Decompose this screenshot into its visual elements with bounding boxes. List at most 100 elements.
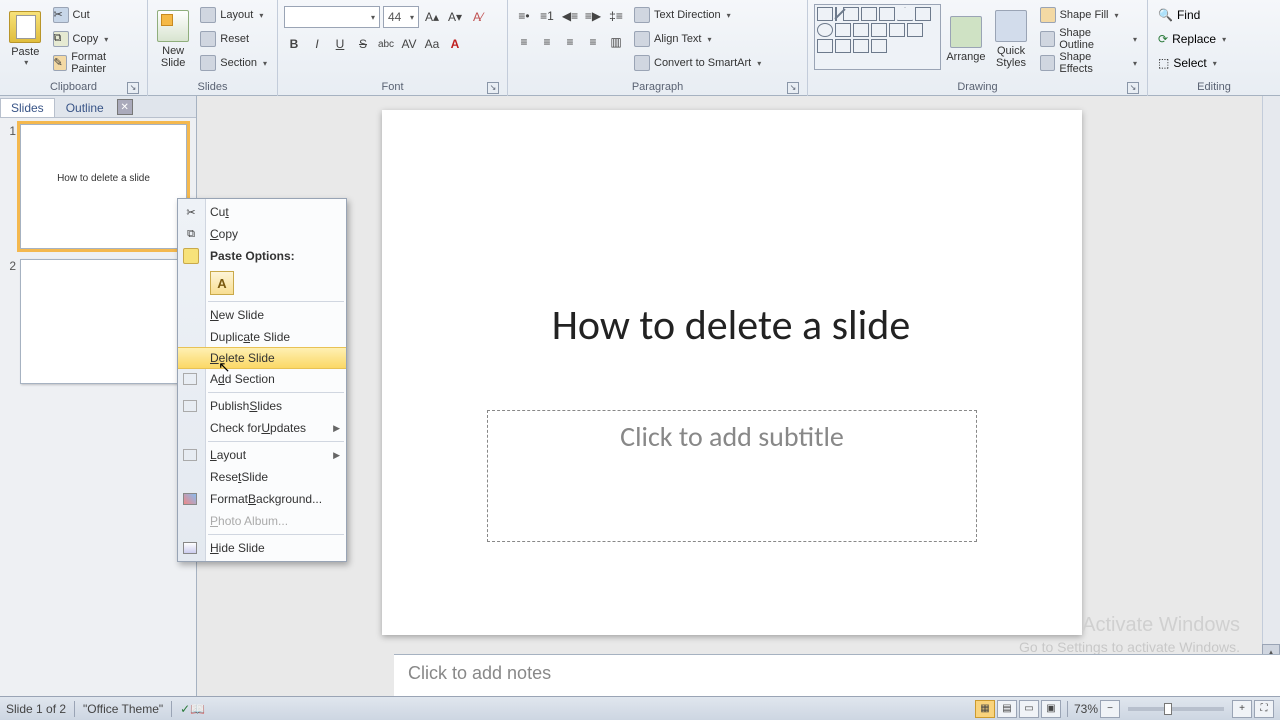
tab-outline[interactable]: Outline <box>55 98 115 117</box>
zoom-level[interactable]: 73% <box>1074 702 1098 716</box>
status-slide-info: Slide 1 of 2 <box>6 702 66 716</box>
shape-outline-label: Shape Outline <box>1059 27 1127 51</box>
fit-to-window-button[interactable]: ⛶ <box>1254 700 1274 718</box>
find-button[interactable]: 🔍Find <box>1154 4 1204 26</box>
zoom-slider-thumb[interactable] <box>1164 703 1172 715</box>
slide-thumbnail-1[interactable]: 1 How to delete a slide <box>6 124 190 249</box>
decrease-indent-button[interactable]: ◀≡ <box>560 6 580 26</box>
text-direction-button[interactable]: Text Direction▾ <box>630 4 765 26</box>
italic-button[interactable]: I <box>307 34 327 54</box>
align-left-button[interactable]: ≡ <box>514 32 534 52</box>
cut-button[interactable]: ✂Cut <box>49 4 141 26</box>
paste-button[interactable]: Paste ▾ <box>6 4 45 74</box>
change-case-button[interactable]: Aa <box>422 34 442 54</box>
layout-button[interactable]: Layout▾ <box>196 4 271 26</box>
pane-tabs: Slides Outline ✕ <box>0 96 196 118</box>
paste-options-label: Paste Options: <box>210 249 295 263</box>
slide-thumbnail-2[interactable]: 2 <box>6 259 190 384</box>
bullets-button[interactable]: ≡• <box>514 6 534 26</box>
vertical-scrollbar[interactable] <box>1262 96 1280 696</box>
ctx-delete-slide[interactable]: Delete Slide <box>178 347 346 369</box>
increase-indent-button[interactable]: ≡▶ <box>583 6 603 26</box>
font-size-combo[interactable]: 44▾ <box>383 6 419 28</box>
tab-slides[interactable]: Slides <box>0 98 55 117</box>
section-label: Section <box>220 57 257 69</box>
thumb-number: 2 <box>6 259 20 384</box>
quick-styles-button[interactable]: Quick Styles <box>990 4 1031 74</box>
spellcheck-icon[interactable]: ✓📖 <box>180 702 205 716</box>
ctx-copy[interactable]: ⧉Copy <box>178 223 346 245</box>
font-color-button[interactable]: A <box>445 34 465 54</box>
ctx-add-section[interactable]: Add Section <box>178 368 346 390</box>
increase-font-button[interactable]: A▴ <box>422 7 442 27</box>
ctx-publish-slides[interactable]: Publish Slides <box>178 395 346 417</box>
reset-button[interactable]: Reset <box>196 28 271 50</box>
ctx-check-updates[interactable]: Check for Updates▶ <box>178 417 346 439</box>
dialog-launcher-icon[interactable]: ↘ <box>1127 82 1139 94</box>
select-button[interactable]: ⬚Select▾ <box>1154 52 1221 74</box>
new-slide-button[interactable]: New Slide <box>154 4 192 74</box>
font-family-combo[interactable]: ▾ <box>284 6 380 28</box>
dialog-launcher-icon[interactable]: ↘ <box>487 82 499 94</box>
dialog-launcher-icon[interactable]: ↘ <box>127 82 139 94</box>
align-right-button[interactable]: ≡ <box>560 32 580 52</box>
justify-button[interactable]: ≡ <box>583 32 603 52</box>
section-icon <box>183 373 197 385</box>
thumb-preview <box>20 259 187 384</box>
paste-label: Paste <box>11 46 39 58</box>
subtitle-placeholder[interactable]: Click to add subtitle <box>487 410 977 542</box>
arrange-button[interactable]: Arrange <box>945 4 986 74</box>
slide-canvas[interactable]: How to delete a slide Click to add subti… <box>382 110 1082 635</box>
cut-icon: ✂ <box>53 7 69 23</box>
zoom-in-button[interactable]: + <box>1232 700 1252 718</box>
bold-button[interactable]: B <box>284 34 304 54</box>
convert-label: Convert to SmartArt <box>654 57 751 69</box>
slideshow-view-button[interactable]: ▣ <box>1041 700 1061 718</box>
slide-title[interactable]: How to delete a slide <box>446 300 1016 351</box>
ctx-hide-slide[interactable]: Hide Slide <box>178 537 346 559</box>
normal-view-button[interactable]: ▦ <box>975 700 995 718</box>
shadow-button[interactable]: abc <box>376 34 396 54</box>
format-painter-button[interactable]: ✎Format Painter <box>49 52 141 74</box>
ctx-paste-option[interactable]: A <box>178 267 346 299</box>
ctx-duplicate-slide[interactable]: Duplicate Slide <box>178 326 346 348</box>
columns-button[interactable]: ▥ <box>606 32 626 52</box>
close-pane-button[interactable]: ✕ <box>117 99 133 115</box>
ctx-format-background[interactable]: Format Background... <box>178 488 346 510</box>
replace-button[interactable]: ⟳Replace▾ <box>1154 28 1230 50</box>
line-spacing-button[interactable]: ‡≡ <box>606 6 626 26</box>
group-font: ▾ 44▾ A▴ A▾ A⁄ B I U S abc AV Aa A Font↘ <box>278 0 508 96</box>
shapes-gallery[interactable] <box>814 4 941 70</box>
notes-pane[interactable]: Click to add notes <box>394 654 1280 696</box>
zoom-slider[interactable] <box>1128 707 1224 711</box>
shape-outline-button[interactable]: Shape Outline▾ <box>1036 28 1141 50</box>
align-center-button[interactable]: ≡ <box>537 32 557 52</box>
shape-effects-button[interactable]: Shape Effects▾ <box>1036 52 1141 74</box>
reading-view-button[interactable]: ▭ <box>1019 700 1039 718</box>
dialog-launcher-icon[interactable]: ↘ <box>787 82 799 94</box>
zoom-out-button[interactable]: − <box>1100 700 1120 718</box>
ctx-cut[interactable]: ✂Cut <box>178 201 346 223</box>
group-label-slides: Slides <box>198 81 228 93</box>
decrease-font-button[interactable]: A▾ <box>445 7 465 27</box>
ctx-reset-slide[interactable]: Reset Slide <box>178 466 346 488</box>
copy-button[interactable]: ⧉Copy▾ <box>49 28 141 50</box>
paste-icon <box>9 11 41 43</box>
ctx-layout[interactable]: Layout▶ <box>178 444 346 466</box>
convert-smartart-button[interactable]: Convert to SmartArt▾ <box>630 52 765 74</box>
ctx-new-slide[interactable]: New Slide <box>178 304 346 326</box>
section-button[interactable]: Section▾ <box>196 52 271 74</box>
shape-fill-button[interactable]: Shape Fill▾ <box>1036 4 1141 26</box>
effects-icon <box>1040 55 1056 71</box>
underline-button[interactable]: U <box>330 34 350 54</box>
thumbnail-list: 1 How to delete a slide 2 <box>0 118 196 696</box>
strikethrough-button[interactable]: S <box>353 34 373 54</box>
sorter-view-button[interactable]: ▤ <box>997 700 1017 718</box>
numbering-button[interactable]: ≡1 <box>537 6 557 26</box>
group-drawing: Arrange Quick Styles Shape Fill▾ Shape O… <box>808 0 1148 96</box>
character-spacing-button[interactable]: AV <box>399 34 419 54</box>
align-text-button[interactable]: Align Text▾ <box>630 28 765 50</box>
fill-icon <box>1040 7 1056 23</box>
text-direction-icon <box>634 7 650 23</box>
clear-formatting-button[interactable]: A⁄ <box>468 7 488 27</box>
